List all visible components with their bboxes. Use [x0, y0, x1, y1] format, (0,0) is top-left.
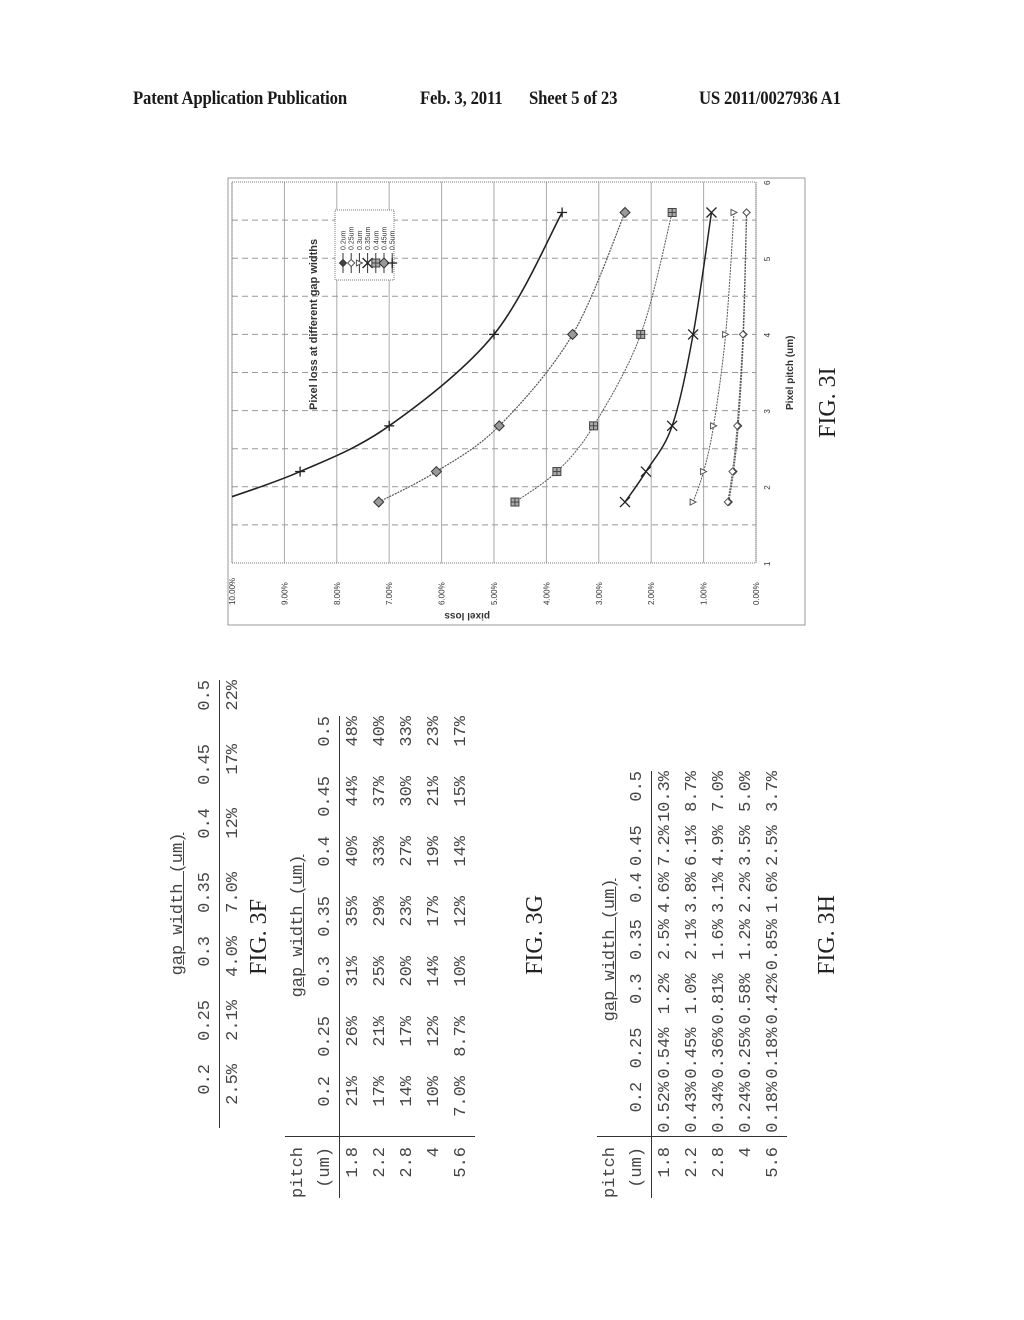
x-tick-label: 5: [763, 256, 772, 261]
fig3i-label: FIG. 3I: [815, 367, 841, 438]
x-tick-label: 4: [763, 332, 772, 337]
data-point-marker: [589, 421, 599, 431]
legend-label: 0.4um: [373, 230, 380, 250]
data-point-marker: [667, 207, 677, 217]
fig3i-chart: 0.00% 1.00% 2.00% 3.00% 4.00% 5.00% 6.00% 7.00%…: [211, 177, 806, 626]
y-tick-label: 2.00%: [647, 582, 656, 605]
y-tick-label: 7.00%: [385, 582, 394, 605]
y-tick-label: 0.00%: [752, 582, 761, 605]
legend-label: 0.25um: [349, 226, 356, 250]
legend-label: 0.5um: [390, 230, 397, 250]
legend-label: 0.3um: [357, 230, 364, 250]
data-point-marker: [510, 497, 520, 507]
data-point-marker: [211, 497, 221, 507]
y-tick-label: 6.00%: [438, 582, 447, 605]
legend-label: 0.35um: [365, 226, 372, 250]
x-tick-label: 1: [763, 561, 772, 566]
y-tick-label: 4.00%: [542, 582, 551, 605]
x-axis-label: Pixel pitch (um): [785, 336, 796, 410]
y-tick-label: 5.00%: [490, 582, 499, 605]
y-tick-label: 1.00%: [700, 582, 709, 605]
y-tick-label: 10.00%: [228, 578, 237, 605]
x-tick-label: 3: [763, 409, 772, 414]
x-tick-label: 6: [763, 180, 772, 185]
x-tick-label: 2: [763, 485, 772, 490]
y-tick-label: 9.00%: [280, 582, 289, 605]
data-point-marker: [552, 467, 562, 477]
y-tick-label: 3.00%: [595, 582, 604, 605]
chart-title: Pixel loss at different gap widths: [308, 239, 320, 410]
legend-label: 0.45um: [382, 226, 389, 250]
chart-legend: 0.2um 0.25um 0.3um 0.35um 0.4um 0.45um 0.5um: [334, 209, 398, 281]
y-tick-label: 8.00%: [333, 582, 342, 605]
y-axis-label: pixel loss: [444, 610, 490, 621]
data-point-marker: [636, 329, 646, 339]
legend-label: 0.2um: [341, 230, 348, 250]
